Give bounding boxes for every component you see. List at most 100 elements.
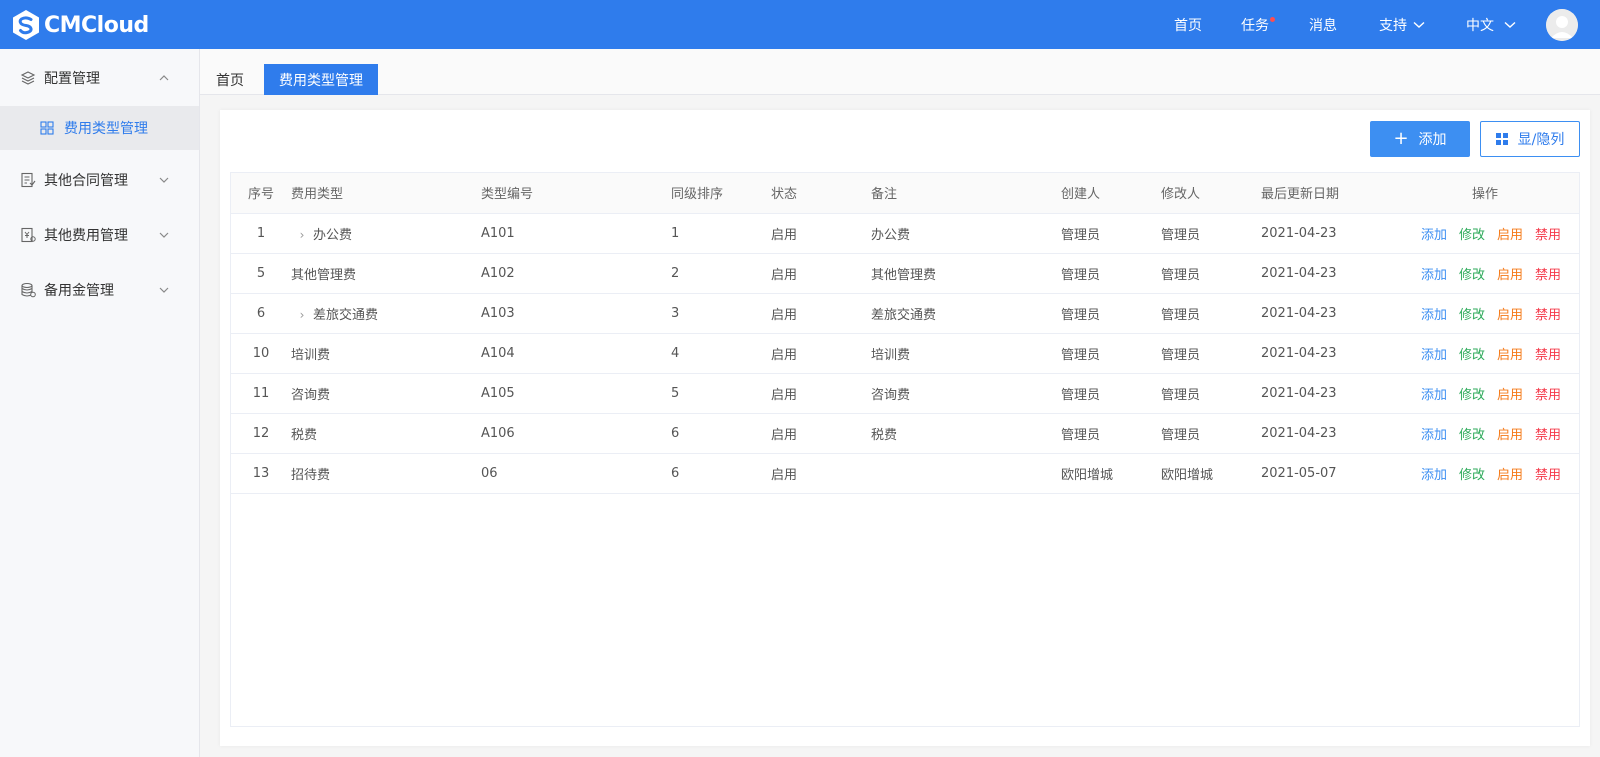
add-button[interactable]: + 添加 — [1370, 121, 1470, 157]
col-header-type-code: 类型编号 — [481, 173, 671, 214]
cell-status: 启用 — [771, 293, 871, 334]
user-avatar[interactable] — [1546, 9, 1578, 41]
cell-type-code: A105 — [481, 373, 671, 414]
row-edit-link[interactable]: 修改 — [1459, 428, 1485, 443]
table-row: 10 培训费 A104 4 启用 培训费 管理员 管理员 2021-04-23 添加 修改 启用 禁用 — [231, 333, 1579, 374]
cell-actions: 添加 修改 启用 禁用 — [1391, 253, 1579, 294]
fee-type-label: 招待费 — [291, 467, 331, 483]
row-add-link[interactable]: 添加 — [1421, 308, 1447, 323]
row-add-link[interactable]: 添加 — [1421, 268, 1447, 283]
cell-index: 10 — [231, 333, 291, 374]
cell-actions: 添加 修改 启用 禁用 — [1391, 373, 1579, 414]
row-edit-link[interactable]: 修改 — [1459, 388, 1485, 403]
row-enable-link[interactable]: 启用 — [1497, 268, 1523, 283]
cell-status: 启用 — [771, 413, 871, 454]
row-disable-link[interactable]: 禁用 — [1535, 308, 1561, 323]
expand-chevron-icon[interactable]: › — [291, 228, 313, 242]
row-add-link[interactable]: 添加 — [1421, 468, 1447, 483]
row-add-link[interactable]: 添加 — [1421, 348, 1447, 363]
row-enable-link[interactable]: 启用 — [1497, 228, 1523, 243]
table-row: 13 招待费 06 6 启用 欧阳增城 欧阳增城 2021-05-07 添加 修改 启用 禁用 — [231, 453, 1579, 494]
expand-chevron-icon[interactable]: › — [291, 308, 313, 322]
fee-type-label: 税费 — [291, 427, 318, 443]
content-card: + 添加 显/隐列 序号 费用类型 类型编号 同级排序 状态 备注 创建人 修改… — [220, 110, 1590, 746]
tab-home[interactable]: 首页 — [216, 64, 244, 95]
cell-actions: 添加 修改 启用 禁用 — [1391, 213, 1579, 254]
cell-status: 启用 — [771, 333, 871, 374]
sidebar-group-label: 备用金管理 — [44, 283, 114, 299]
row-add-link[interactable]: 添加 — [1421, 428, 1447, 443]
sidebar-group-contract[interactable]: 其他合同管理 — [0, 152, 199, 208]
cell-order: 5 — [671, 373, 771, 414]
cell-modifier: 管理员 — [1161, 213, 1261, 254]
row-disable-link[interactable]: 禁用 — [1535, 468, 1561, 483]
col-header-order: 同级排序 — [671, 173, 771, 214]
brand-name: CMCloud — [44, 12, 149, 38]
sidebar-group-config[interactable]: 配置管理 — [0, 50, 199, 106]
sidebar-item-label: 费用类型管理 — [64, 121, 148, 137]
row-enable-link[interactable]: 启用 — [1497, 428, 1523, 443]
cell-order: 4 — [671, 333, 771, 374]
row-disable-link[interactable]: 禁用 — [1535, 428, 1561, 443]
brand-logo[interactable]: CMCloud — [10, 8, 149, 42]
nav-support[interactable]: 支持 — [1379, 0, 1425, 49]
cell-order: 1 — [671, 213, 771, 254]
sidebar-group-petty-cash[interactable]: 备用金管理 — [0, 262, 199, 318]
row-edit-link[interactable]: 修改 — [1459, 468, 1485, 483]
row-add-link[interactable]: 添加 — [1421, 388, 1447, 403]
row-disable-link[interactable]: 禁用 — [1535, 268, 1561, 283]
cell-creator: 管理员 — [1061, 333, 1161, 374]
sidebar-group-expense[interactable]: 其他费用管理 — [0, 207, 199, 263]
row-edit-link[interactable]: 修改 — [1459, 228, 1485, 243]
cell-creator: 管理员 — [1061, 293, 1161, 334]
tab-fee-type[interactable]: 费用类型管理 — [264, 64, 378, 95]
chevron-down-icon — [159, 287, 169, 293]
row-disable-link[interactable]: 禁用 — [1535, 228, 1561, 243]
cell-date: 2021-04-23 — [1261, 253, 1391, 294]
nav-tasks-label: 任务 — [1241, 17, 1269, 34]
row-enable-link[interactable]: 启用 — [1497, 468, 1523, 483]
row-edit-link[interactable]: 修改 — [1459, 268, 1485, 283]
cell-fee-type: › 办公费 — [291, 213, 481, 254]
table-header-row: 序号 费用类型 类型编号 同级排序 状态 备注 创建人 修改人 最后更新日期 操… — [231, 173, 1579, 214]
nav-messages[interactable]: 消息 — [1309, 0, 1337, 49]
sidebar-item-fee-type[interactable]: 费用类型管理 — [0, 106, 199, 150]
chevron-up-icon — [159, 75, 169, 81]
table-row: 5 其他管理费 A102 2 启用 其他管理费 管理员 管理员 2021-04-23 添加 修改 启用… — [231, 253, 1579, 294]
fee-type-label: 差旅交通费 — [313, 307, 379, 323]
cell-fee-type: 税费 — [291, 413, 481, 454]
cell-type-code: A106 — [481, 413, 671, 454]
cell-order: 6 — [671, 413, 771, 454]
add-button-label: 添加 — [1418, 132, 1447, 148]
nav-home[interactable]: 首页 — [1174, 0, 1202, 49]
cell-creator: 管理员 — [1061, 213, 1161, 254]
cell-fee-type: 招待费 — [291, 453, 481, 494]
row-enable-link[interactable]: 启用 — [1497, 308, 1523, 323]
row-enable-link[interactable]: 启用 — [1497, 348, 1523, 363]
cell-fee-type: › 差旅交通费 — [291, 293, 481, 334]
row-edit-link[interactable]: 修改 — [1459, 348, 1485, 363]
chevron-down-icon — [1504, 21, 1516, 28]
tabs-bar: 首页 费用类型管理 — [200, 49, 1600, 95]
row-add-link[interactable]: 添加 — [1421, 228, 1447, 243]
nav-tasks[interactable]: 任务 — [1241, 0, 1275, 49]
nav-language[interactable]: 中文 — [1466, 0, 1516, 49]
row-enable-link[interactable]: 启用 — [1497, 388, 1523, 403]
notification-dot — [1270, 17, 1275, 22]
fee-type-table: 序号 费用类型 类型编号 同级排序 状态 备注 创建人 修改人 最后更新日期 操… — [230, 172, 1580, 727]
cell-remark — [871, 453, 1061, 494]
cell-modifier: 管理员 — [1161, 293, 1261, 334]
cell-actions: 添加 修改 启用 禁用 — [1391, 293, 1579, 334]
toggle-columns-button[interactable]: 显/隐列 — [1480, 121, 1580, 157]
row-disable-link[interactable]: 禁用 — [1535, 388, 1561, 403]
sidebar-group-label: 其他费用管理 — [44, 228, 128, 244]
plus-icon: + — [1393, 128, 1409, 149]
fee-type-label: 其他管理费 — [291, 267, 357, 283]
table-row: 6 › 差旅交通费 A103 3 启用 差旅交通费 管理员 管理员 2021-04-23 添加 修改启… — [231, 293, 1579, 334]
row-disable-link[interactable]: 禁用 — [1535, 348, 1561, 363]
cell-index: 12 — [231, 413, 291, 454]
cell-type-code: 06 — [481, 453, 671, 494]
layers-icon — [20, 71, 36, 85]
row-edit-link[interactable]: 修改 — [1459, 308, 1485, 323]
cell-date: 2021-04-23 — [1261, 293, 1391, 334]
